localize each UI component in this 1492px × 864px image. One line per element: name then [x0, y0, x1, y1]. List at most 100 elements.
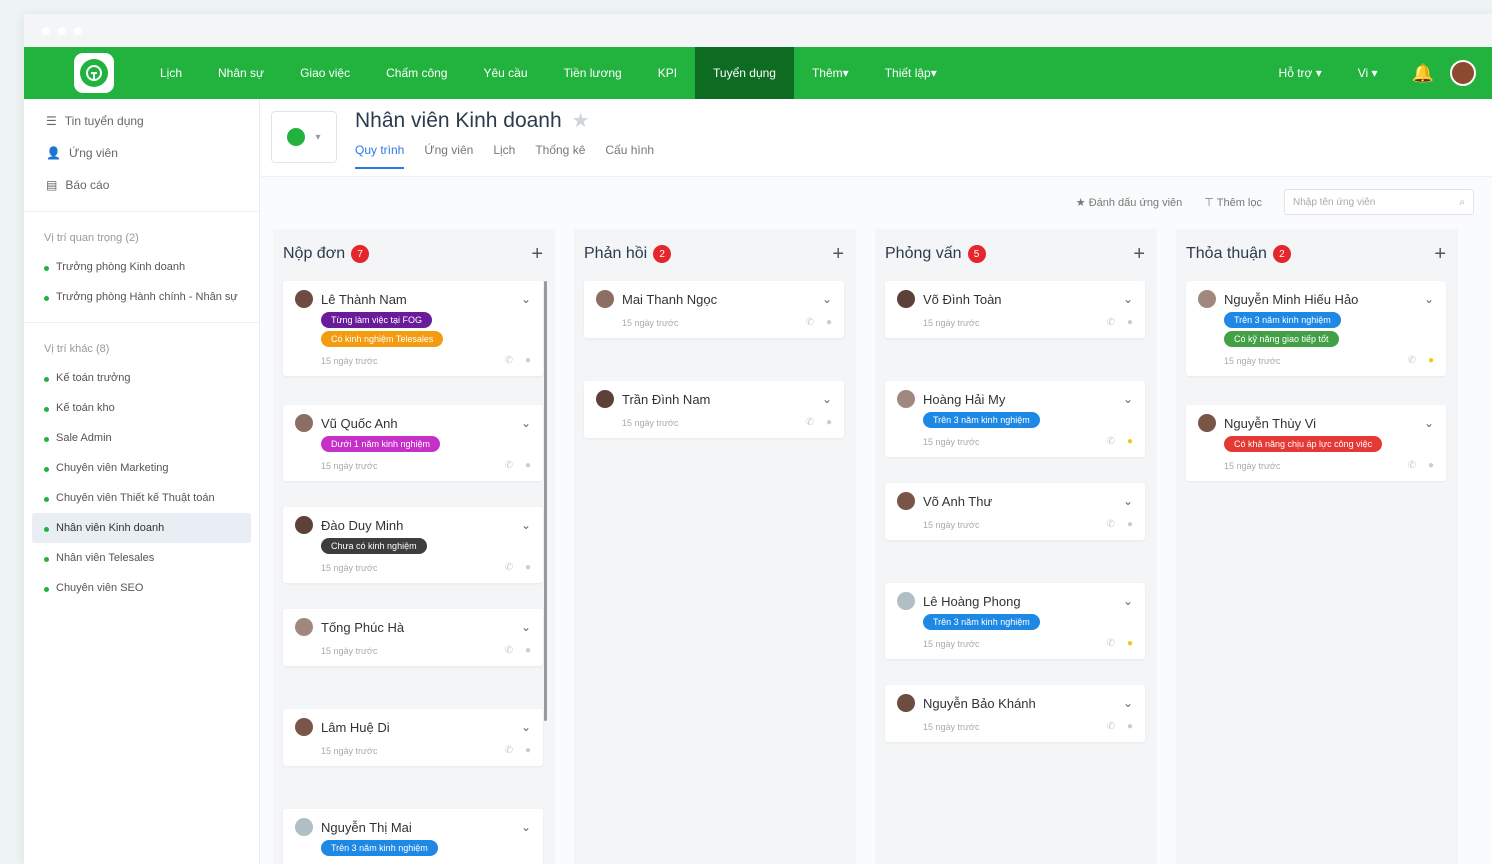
phone-icon[interactable]: ✆ [505, 460, 513, 471]
phone-icon[interactable]: ✆ [505, 745, 513, 756]
tab[interactable]: Cấu hình [605, 143, 654, 169]
candidate-card[interactable]: Nguyễn Bảo Khánh ⌄ 15 ngày trước ✆ ● [885, 685, 1145, 742]
chevron-down-icon[interactable]: ⌄ [521, 292, 531, 306]
column-scrollbar[interactable] [544, 281, 547, 721]
nav-item[interactable]: Thêm ▾ [794, 47, 867, 99]
sidebar-link-candidates[interactable]: 👤 Ứng viên [24, 137, 259, 169]
chevron-down-icon[interactable]: ⌄ [1424, 292, 1434, 306]
sidebar-item[interactable]: Chuyên viên Thiết kế Thuật toán [24, 483, 259, 513]
star-icon[interactable]: ● [1127, 638, 1133, 649]
candidate-card[interactable]: Võ Anh Thư ⌄ 15 ngày trước ✆ ● [885, 483, 1145, 540]
mark-candidates-button[interactable]: ★ Đánh dấu ứng viên [1076, 196, 1183, 209]
star-icon[interactable]: ● [525, 355, 531, 366]
search-input[interactable]: Nhập tên ứng viên ⌕ [1284, 189, 1474, 215]
bell-icon[interactable]: 🔔 [1396, 63, 1450, 84]
add-candidate-button[interactable]: + [1133, 243, 1145, 266]
candidate-card[interactable]: Lê Thành Nam ⌄ Từng làm việc tại FOG Có kin… [283, 281, 543, 376]
phone-icon[interactable]: ✆ [505, 562, 513, 573]
chevron-down-icon[interactable]: ⌄ [521, 820, 531, 834]
phone-icon[interactable]: ✆ [1107, 519, 1115, 530]
nav-item[interactable]: Tuyển dụng [695, 47, 794, 99]
sidebar-item[interactable]: Kế toán trưởng [24, 363, 259, 393]
tab[interactable]: Quy trình [355, 143, 405, 169]
sidebar-item[interactable]: Chuyên viên Marketing [24, 453, 259, 483]
add-candidate-button[interactable]: + [531, 243, 543, 266]
star-icon[interactable]: ● [826, 417, 832, 428]
chevron-down-icon[interactable]: ⌄ [1123, 696, 1133, 710]
app-logo[interactable] [74, 53, 114, 93]
phone-icon[interactable]: ✆ [505, 355, 513, 366]
phone-icon[interactable]: ✆ [1408, 460, 1416, 471]
star-icon[interactable]: ● [1127, 721, 1133, 732]
phone-icon[interactable]: ✆ [806, 417, 814, 428]
avatar[interactable] [1450, 60, 1476, 86]
candidate-card[interactable]: Tống Phúc Hà ⌄ 15 ngày trước ✆ ● [283, 609, 543, 666]
candidate-card[interactable]: Nguyễn Thùy Vi ⌄ Có khả năng chịu áp lực c… [1186, 405, 1446, 481]
chevron-down-icon[interactable]: ⌄ [822, 292, 832, 306]
nav-item[interactable]: Lịch [142, 47, 200, 99]
star-icon[interactable]: ● [826, 317, 832, 328]
sidebar-link-jobs[interactable]: ☰ Tin tuyển dụng [24, 105, 259, 137]
phone-icon[interactable]: ✆ [1107, 721, 1115, 732]
star-icon[interactable]: ● [1127, 519, 1133, 530]
star-icon[interactable]: ★ [572, 108, 590, 133]
tab[interactable]: Lịch [493, 143, 515, 169]
phone-icon[interactable]: ✆ [1107, 638, 1115, 649]
phone-icon[interactable]: ✆ [505, 645, 513, 656]
sidebar-item[interactable]: Trưởng phòng Hành chính - Nhân sự [24, 282, 259, 312]
star-icon[interactable]: ● [525, 745, 531, 756]
status-selector[interactable]: ▾ [271, 111, 337, 163]
sidebar-item[interactable]: Nhân viên Telesales [24, 543, 259, 573]
chevron-down-icon[interactable]: ⌄ [1123, 494, 1133, 508]
candidate-card[interactable]: Mai Thanh Ngọc ⌄ 15 ngày trước ✆ ● [584, 281, 844, 338]
sidebar-item[interactable]: Chuyên viên SEO [24, 573, 259, 603]
sidebar-item[interactable]: Sale Admin [24, 423, 259, 453]
phone-icon[interactable]: ✆ [1107, 317, 1115, 328]
star-icon[interactable]: ● [1127, 317, 1133, 328]
chevron-down-icon[interactable]: ⌄ [1123, 594, 1133, 608]
candidate-card[interactable]: Võ Đình Toàn ⌄ 15 ngày trước ✆ ● [885, 281, 1145, 338]
phone-icon[interactable]: ✆ [1408, 355, 1416, 366]
phone-icon[interactable]: ✆ [806, 317, 814, 328]
chevron-down-icon[interactable]: ⌄ [1424, 416, 1434, 430]
nav-item[interactable]: Nhân sự [200, 47, 282, 99]
nav-item[interactable]: Chấm công [368, 47, 465, 99]
phone-icon[interactable]: ✆ [1107, 436, 1115, 447]
help-menu[interactable]: Hỗ trợ ▾ [1261, 47, 1340, 99]
nav-item[interactable]: Yêu cầu [465, 47, 545, 99]
sidebar-item[interactable]: Trưởng phòng Kinh doanh [24, 252, 259, 282]
sidebar-link-reports[interactable]: ▤ Báo cáo [24, 169, 259, 201]
sidebar-item[interactable]: Kế toán kho [24, 393, 259, 423]
candidate-card[interactable]: Trần Đình Nam ⌄ 15 ngày trước ✆ ● [584, 381, 844, 438]
chevron-down-icon[interactable]: ⌄ [521, 518, 531, 532]
nav-item[interactable]: KPI [640, 47, 695, 99]
nav-item[interactable]: Thiết lập ▾ [867, 47, 955, 99]
chevron-down-icon[interactable]: ⌄ [521, 720, 531, 734]
chevron-down-icon[interactable]: ⌄ [521, 416, 531, 430]
add-candidate-button[interactable]: + [832, 243, 844, 266]
candidate-card[interactable]: Vũ Quốc Anh ⌄ Dưới 1 năm kinh nghiệm 15 ngà… [283, 405, 543, 481]
nav-item[interactable]: Tiền lương [546, 47, 640, 99]
star-icon[interactable]: ● [1428, 460, 1434, 471]
star-icon[interactable]: ● [525, 460, 531, 471]
candidate-card[interactable]: Lâm Huệ Di ⌄ 15 ngày trước ✆ ● [283, 709, 543, 766]
add-candidate-button[interactable]: + [1434, 243, 1446, 266]
nav-item[interactable]: Giao việc [282, 47, 368, 99]
star-icon[interactable]: ● [1428, 355, 1434, 366]
language-menu[interactable]: Vi ▾ [1340, 47, 1396, 99]
chevron-down-icon[interactable]: ⌄ [521, 620, 531, 634]
candidate-card[interactable]: Hoàng Hải My ⌄ Trên 3 năm kinh nghiệm 15 ng… [885, 381, 1145, 457]
star-icon[interactable]: ● [525, 562, 531, 573]
chevron-down-icon[interactable]: ⌄ [1123, 392, 1133, 406]
star-icon[interactable]: ● [525, 645, 531, 656]
star-icon[interactable]: ● [1127, 436, 1133, 447]
chevron-down-icon[interactable]: ⌄ [822, 392, 832, 406]
tab[interactable]: Ứng viên [424, 143, 473, 169]
candidate-card[interactable]: Lê Hoàng Phong ⌄ Trên 3 năm kinh nghiệm 15 … [885, 583, 1145, 659]
candidate-card[interactable]: Nguyễn Thị Mai⌄Trên 3 năm kinh nghiệm✆● [283, 809, 543, 864]
candidate-card[interactable]: Đào Duy Minh ⌄ Chưa có kinh nghiệm 15 ngày … [283, 507, 543, 583]
candidate-card[interactable]: Nguyễn Minh Hiếu Hảo ⌄ Trên 3 năm kinh ngh… [1186, 281, 1446, 376]
sidebar-item[interactable]: Nhân viên Kinh doanh [32, 513, 251, 543]
tab[interactable]: Thống kê [535, 143, 585, 169]
filter-button[interactable]: ⊤ Thêm lọc [1204, 196, 1262, 209]
